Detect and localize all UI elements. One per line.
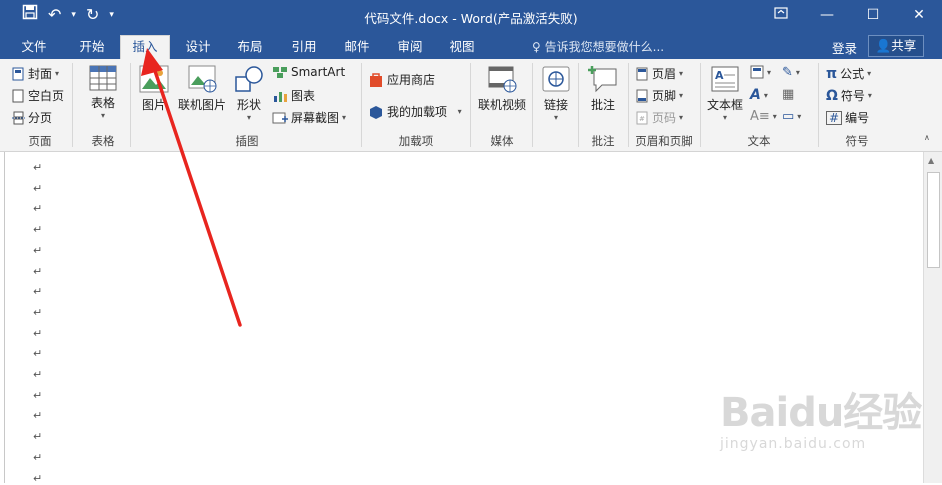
watermark-sub: jingyan.baidu.com: [720, 436, 867, 452]
watermark-main: Baidu经验: [720, 390, 922, 436]
baidu-watermark: Baidu经验 jingyan.baidu.com: [720, 380, 922, 452]
